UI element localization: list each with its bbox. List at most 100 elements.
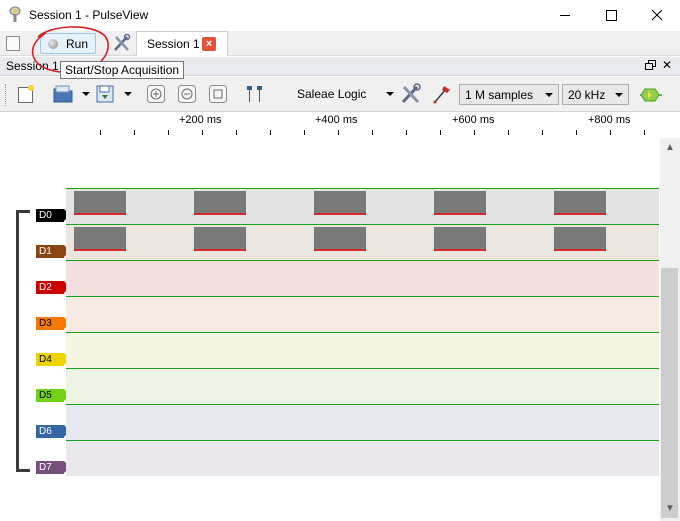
minimize-icon[interactable] <box>542 0 588 31</box>
trace-baseline <box>66 332 659 333</box>
signal-burst <box>314 227 366 251</box>
channel-label-d6[interactable]: D6 <box>36 425 70 438</box>
signal-burst <box>314 191 366 215</box>
sample-rate-arrow-icon <box>615 93 623 97</box>
ruler-tick <box>168 130 169 135</box>
signal-burst <box>74 227 126 251</box>
signal-burst <box>434 191 486 215</box>
device-config-icon[interactable] <box>400 83 422 105</box>
scroll-up-icon[interactable]: ▲ <box>665 142 675 153</box>
trace-row-d5[interactable] <box>66 368 659 404</box>
trace-baseline <box>66 260 659 261</box>
open-dropdown-arrow-icon[interactable] <box>82 92 90 96</box>
run-button[interactable]: Run <box>40 33 96 54</box>
ruler-tick <box>542 130 543 135</box>
dock-title: Session 1 <box>6 59 59 73</box>
sample-count-select[interactable]: 1 M samples <box>459 84 559 105</box>
signal-burst <box>194 227 246 251</box>
sample-count-label: 1 M samples <box>465 88 534 102</box>
ruler-tick <box>270 130 271 135</box>
signal-burst <box>194 191 246 215</box>
close-window-icon[interactable] <box>634 0 680 31</box>
trace-row-d4[interactable] <box>66 332 659 368</box>
trace-row-d6[interactable] <box>66 404 659 440</box>
session-tab-label: Session 1 <box>147 37 200 51</box>
time-ruler[interactable]: +200 ms +400 ms +600 ms +800 ms <box>66 112 660 138</box>
session-toolbar: Run Session 1 × <box>0 31 680 56</box>
vertical-scrollbar[interactable]: ▲ ▼ <box>660 138 680 521</box>
title-bar: Session 1 - PulseView <box>0 0 680 31</box>
trace-baseline <box>66 188 659 189</box>
ruler-tick <box>644 130 645 135</box>
zoom-in-icon[interactable] <box>145 83 167 105</box>
protocol-decoder-icon[interactable] <box>640 86 662 104</box>
cursor-pair-icon[interactable] <box>244 83 266 105</box>
trace-row-d0[interactable] <box>66 188 659 224</box>
probe-icon[interactable] <box>431 83 453 105</box>
channel-group-bracket[interactable] <box>16 210 30 472</box>
trace-row-d7[interactable] <box>66 440 659 476</box>
zoom-fit-icon[interactable] <box>207 83 229 105</box>
ruler-tick <box>372 130 373 135</box>
run-status-led-icon <box>48 39 58 49</box>
device-toolbar: Saleae Logic 1 M samples 20 kHz <box>0 77 680 112</box>
channel-label-d5[interactable]: D5 <box>36 389 70 402</box>
run-button-label: Run <box>66 37 89 51</box>
device-dropdown-arrow-icon <box>386 92 394 96</box>
trace-baseline <box>66 440 659 441</box>
tab-session-1[interactable]: Session 1 × <box>136 31 228 56</box>
open-folder-icon[interactable] <box>52 83 74 105</box>
ruler-tick <box>440 130 441 135</box>
new-session-icon[interactable] <box>15 83 37 105</box>
channel-label-d2[interactable]: D2 <box>36 281 70 294</box>
tools-icon[interactable] <box>112 34 132 53</box>
ruler-tick <box>134 130 135 135</box>
trace-row-d2[interactable] <box>66 260 659 296</box>
device-select-label: Saleae Logic <box>297 87 367 101</box>
maximize-icon[interactable] <box>588 0 634 31</box>
toolbar-grip[interactable] <box>5 84 8 106</box>
signal-burst <box>434 227 486 251</box>
trace-baseline <box>66 404 659 405</box>
tooltip: Start/Stop Acquisition <box>60 61 185 79</box>
ruler-label: +600 ms <box>452 114 495 126</box>
ruler-tick <box>236 130 237 135</box>
channel-label-d1[interactable]: D1 <box>36 245 70 258</box>
signal-low-edge <box>194 213 246 215</box>
ruler-tick <box>202 130 203 135</box>
signal-low-edge <box>554 249 606 251</box>
ruler-tick <box>508 130 509 135</box>
save-icon[interactable] <box>94 83 116 105</box>
device-select[interactable]: Saleae Logic <box>292 84 398 105</box>
save-dropdown-arrow-icon[interactable] <box>124 92 132 96</box>
signal-burst <box>554 227 606 251</box>
signal-burst <box>554 191 606 215</box>
channel-label-d4[interactable]: D4 <box>36 353 70 366</box>
dock-float-icon[interactable] <box>645 60 656 71</box>
sample-rate-label: 20 kHz <box>568 88 606 102</box>
signal-low-edge <box>74 213 126 215</box>
scroll-down-icon[interactable]: ▼ <box>665 503 675 514</box>
scrollbar-thumb[interactable] <box>661 268 678 518</box>
signal-low-edge <box>434 249 486 251</box>
channel-label-d7[interactable]: D7 <box>36 461 70 474</box>
sample-rate-select[interactable]: 20 kHz <box>562 84 629 105</box>
trace-baseline <box>66 296 659 297</box>
sample-count-arrow-icon <box>545 93 553 97</box>
signal-low-edge <box>314 249 366 251</box>
zoom-out-icon[interactable] <box>176 83 198 105</box>
new-session-icon[interactable] <box>4 34 22 53</box>
ruler-label: +800 ms <box>588 114 631 126</box>
signal-low-edge <box>554 213 606 215</box>
tab-close-icon[interactable]: × <box>202 37 216 51</box>
pulseview-probe-icon <box>9 6 21 22</box>
channel-label-d0[interactable]: D0 <box>36 209 70 222</box>
dock-close-icon[interactable]: ✕ <box>662 58 672 72</box>
ruler-tick <box>100 130 101 135</box>
trace-row-d1[interactable] <box>66 224 659 260</box>
ruler-tick <box>338 130 339 135</box>
channel-label-d3[interactable]: D3 <box>36 317 70 330</box>
ruler-tick <box>304 130 305 135</box>
signal-low-edge <box>314 213 366 215</box>
trace-row-d3[interactable] <box>66 296 659 332</box>
